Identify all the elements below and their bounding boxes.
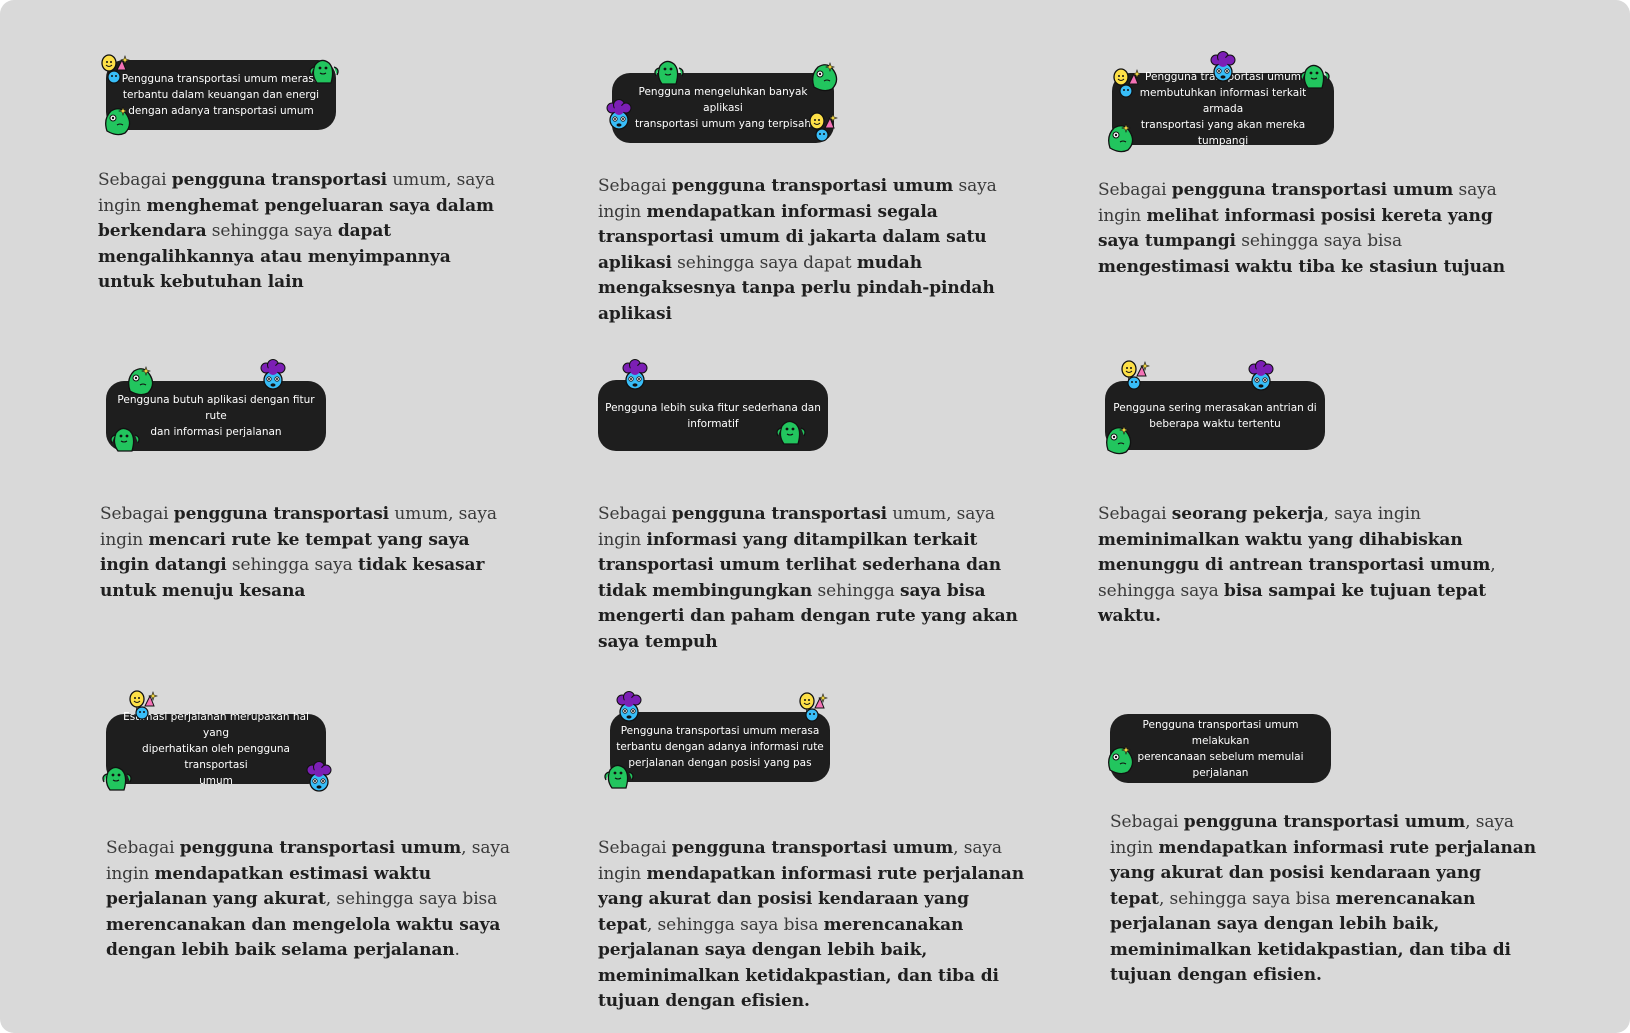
green-hands-sticker-icon	[1298, 58, 1332, 92]
story-emphasis: pengguna transportasi umum	[179, 838, 462, 858]
story-emphasis: mengestimasi waktu tiba ke stasiun tujua…	[1098, 256, 1506, 277]
insight-note-text: Pengguna sering merasakan antrian di beb…	[1113, 401, 1317, 430]
story-text: Sebagai	[598, 504, 672, 524]
balloon-sticker-icon	[796, 690, 830, 724]
insight-note-text: Pengguna mengeluhkan banyak aplikasi tra…	[634, 86, 812, 130]
purple-hair-sticker-icon	[618, 358, 652, 392]
story-text: , sehingga saya bisa	[646, 914, 824, 935]
green-hands-sticker-icon	[774, 414, 808, 448]
green-blob-sticker-icon	[124, 363, 158, 397]
story-emphasis: pengguna transportasi umum	[1183, 812, 1466, 832]
user-story-3: Sebagai pengguna transportasi umum saya …	[1098, 178, 1528, 280]
user-story-7: Sebagai pengguna transportasi umum, saya…	[106, 836, 526, 964]
insight-note-1[interactable]: Pengguna transportasi umum merasa terban…	[106, 60, 336, 130]
green-blob-sticker-icon	[1104, 120, 1138, 154]
story-text: Sebagai	[1098, 180, 1172, 200]
insight-note-text: Pengguna transportasi umum merasa terban…	[616, 725, 824, 769]
story-emphasis: merencanakan dan mengelola waktu saya de…	[106, 914, 501, 961]
story-emphasis: pengguna transportasi	[671, 504, 888, 524]
insight-note-7[interactable]: Estimasi perjalanan merupakan hal yang d…	[106, 711, 326, 787]
purple-hair-sticker-icon	[302, 760, 336, 794]
purple-hair-sticker-icon	[1206, 50, 1240, 84]
story-text: Sebagai	[598, 838, 672, 858]
story-text: sehingga saya	[226, 555, 358, 575]
insight-note-text: Pengguna transportasi umum melakukan per…	[1137, 718, 1304, 779]
story-text: sehingga	[812, 580, 900, 601]
story-text: Sebagai	[100, 504, 174, 524]
story-text: , saya ingin	[1323, 504, 1421, 524]
story-text: .	[454, 940, 460, 960]
user-story-1: Sebagai pengguna transportasi umum, saya…	[98, 168, 508, 296]
green-hands-sticker-icon	[307, 53, 341, 87]
story-text: Sebagai	[1110, 812, 1184, 832]
insight-note-9[interactable]: Pengguna transportasi umum melakukan per…	[1110, 714, 1331, 783]
user-story-4: Sebagai pengguna transportasi umum, saya…	[100, 502, 520, 604]
story-text: Sebagai	[1098, 504, 1172, 524]
user-story-6: Sebagai seorang pekerja, saya ingin memi…	[1098, 502, 1528, 630]
story-text: Sebagai	[98, 170, 172, 190]
green-blob-sticker-icon	[1102, 422, 1136, 456]
story-text: , sehingga saya bisa	[1158, 888, 1336, 909]
insight-note-text: Pengguna butuh aplikasi dengan fitur rut…	[117, 394, 315, 438]
story-emphasis: seorang pekerja	[1171, 504, 1324, 524]
green-blob-sticker-icon	[1104, 742, 1138, 776]
insight-note-text: Pengguna transportasi umum merasa terban…	[121, 73, 321, 117]
story-emphasis: pengguna transportasi umum	[671, 176, 954, 196]
user-story-5: Sebagai pengguna transportasi umum, saya…	[598, 502, 1018, 655]
purple-hair-sticker-icon	[602, 98, 636, 132]
user-story-8: Sebagai pengguna transportasi umum, saya…	[598, 836, 1028, 1015]
user-story-2: Sebagai pengguna transportasi umum saya …	[598, 174, 1028, 327]
story-emphasis: pengguna transportasi umum	[671, 838, 954, 858]
story-emphasis: pengguna transportasi	[173, 504, 390, 524]
balloon-sticker-icon	[806, 110, 840, 144]
green-blob-sticker-icon	[101, 103, 135, 137]
story-text: , sehingga saya bisa	[325, 889, 498, 909]
balloon-sticker-icon	[98, 52, 132, 86]
story-text: sehingga saya	[206, 221, 338, 241]
balloon-sticker-icon	[1118, 358, 1152, 392]
story-text: sehingga saya bisa	[1235, 231, 1403, 251]
balloon-sticker-icon	[1110, 66, 1144, 100]
purple-hair-sticker-icon	[1244, 359, 1278, 393]
purple-hair-sticker-icon	[256, 358, 290, 392]
green-hands-sticker-icon	[108, 421, 142, 455]
story-text: Sebagai	[106, 838, 180, 858]
purple-hair-sticker-icon	[612, 690, 646, 724]
green-hands-sticker-icon	[652, 54, 686, 88]
green-hands-sticker-icon	[100, 760, 134, 794]
balloon-sticker-icon	[126, 688, 160, 722]
user-story-9: Sebagai pengguna transportasi umum, saya…	[1110, 810, 1540, 989]
story-emphasis: pengguna transportasi umum	[1171, 180, 1454, 200]
insight-note-2[interactable]: Pengguna mengeluhkan banyak aplikasi tra…	[612, 73, 834, 143]
green-hands-sticker-icon	[602, 758, 636, 792]
affinity-board: Pengguna transportasi umum merasa terban…	[0, 0, 1630, 1033]
story-emphasis: meminimalkan waktu yang dihabiskan menun…	[1098, 529, 1491, 576]
story-text: sehingga saya dapat	[671, 252, 857, 273]
green-blob-sticker-icon	[808, 59, 842, 93]
story-text: Sebagai	[598, 176, 672, 196]
story-emphasis: pengguna transportasi	[171, 170, 388, 190]
